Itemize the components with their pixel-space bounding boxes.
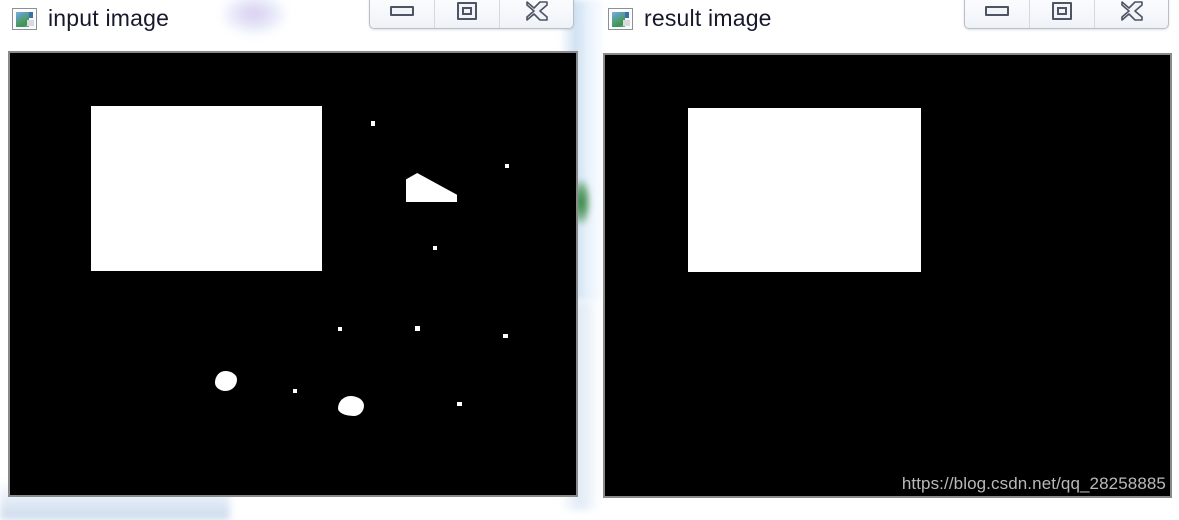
close-button-result[interactable] xyxy=(1095,0,1168,28)
window-title-result: result image xyxy=(644,5,772,31)
noise-dot xyxy=(503,334,508,338)
window-title-input: input image xyxy=(48,5,170,31)
canvas-result-pixels: https://blog.csdn.net/qq_28258885 xyxy=(605,55,1170,496)
minimize-button-result[interactable] xyxy=(965,0,1030,28)
noise-dot xyxy=(457,402,462,406)
noise-blob-middle xyxy=(338,396,364,416)
minimize-button-input[interactable] xyxy=(370,0,435,28)
icon-accent-block xyxy=(27,20,34,26)
window-controls-input[interactable] xyxy=(369,0,574,29)
image-app-icon xyxy=(12,8,37,30)
canvas-input-pixels xyxy=(10,53,576,495)
object-rectangle xyxy=(688,108,921,272)
icon-accent-bar xyxy=(29,12,33,18)
titlebar-result-image[interactable]: result image xyxy=(596,0,1174,46)
noise-dot xyxy=(293,389,297,393)
restore-button-input[interactable] xyxy=(435,0,500,28)
object-rectangle xyxy=(91,106,322,271)
restore-icon xyxy=(1052,1,1072,20)
image-app-icon xyxy=(608,8,633,30)
noise-dot xyxy=(505,164,509,168)
restore-button-result[interactable] xyxy=(1030,0,1095,28)
window-input-image[interactable]: input image xyxy=(0,0,582,500)
close-button-input[interactable] xyxy=(500,0,573,28)
noise-blob-left xyxy=(215,371,237,391)
watermark-url: https://blog.csdn.net/qq_28258885 xyxy=(901,474,1166,493)
close-icon xyxy=(525,0,548,21)
noise-dot xyxy=(433,246,437,250)
window-controls-result[interactable] xyxy=(964,0,1169,29)
noise-dot xyxy=(371,121,375,126)
noise-dot xyxy=(338,327,342,331)
icon-accent-block xyxy=(623,20,630,26)
canvas-result-image[interactable]: https://blog.csdn.net/qq_28258885 xyxy=(603,53,1172,498)
minimize-icon xyxy=(985,5,1009,16)
canvas-input-image[interactable] xyxy=(8,51,578,497)
titlebar-input-image[interactable]: input image xyxy=(0,0,582,46)
close-icon xyxy=(1120,0,1143,21)
noise-blob-wedge xyxy=(406,173,457,202)
restore-icon xyxy=(457,1,477,20)
noise-dot xyxy=(415,326,420,331)
minimize-icon xyxy=(390,5,414,16)
icon-accent-bar xyxy=(625,12,629,18)
window-result-image[interactable]: result image https://blog.csdn.net/qq_28… xyxy=(596,0,1174,500)
